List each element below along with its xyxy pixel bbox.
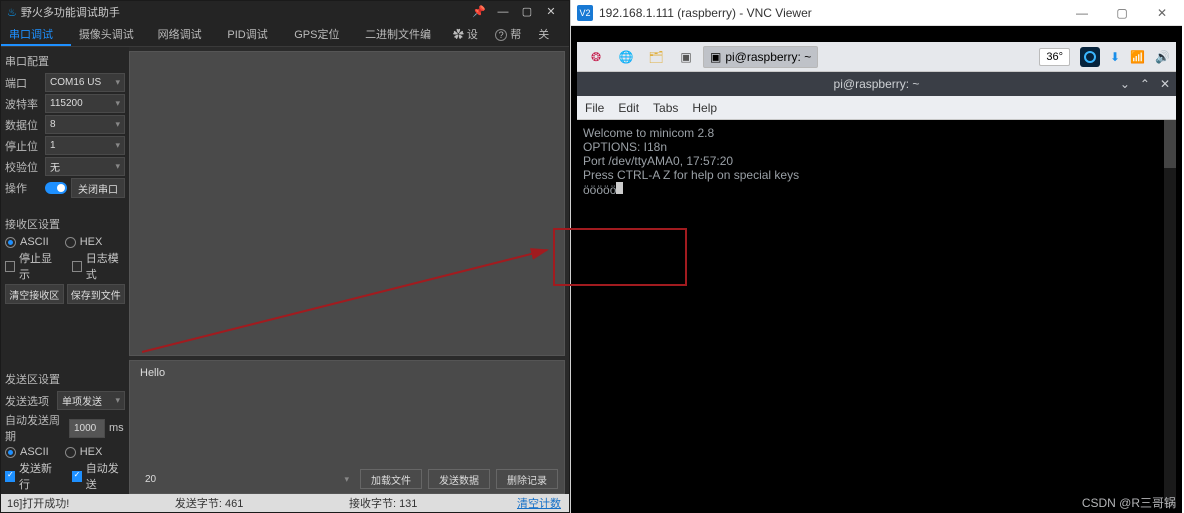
help-button[interactable]: ? 帮助 (487, 23, 530, 46)
save-file-button[interactable]: 保存到文件 (67, 284, 126, 304)
about-button[interactable]: 关于... (530, 23, 569, 46)
stopbits-select[interactable]: 1▾ (45, 136, 125, 155)
pin-icon[interactable]: 📌 (467, 1, 491, 23)
left-sidebar: 串口配置 端口COM16 US▾ 波特率115200▾ 数据位8▾ 停止位1▾ … (1, 47, 129, 494)
clear-count-link[interactable]: 清空计数 (517, 495, 561, 511)
status-open: 16]打开成功! (1, 495, 75, 511)
vnc-titlebar: V2 192.168.1.111 (raspberry) - VNC Viewe… (571, 0, 1182, 26)
terminal-window: pi@raspberry: ~ ⌄ ⌃ ✕ File Edit Tabs Hel… (577, 72, 1176, 507)
terminal-scrollbar[interactable] (1164, 120, 1176, 507)
port-select[interactable]: COM16 US▾ (45, 73, 125, 92)
menu-help[interactable]: Help (692, 101, 717, 115)
taskbar-window-terminal[interactable]: ▣ pi@raspberry: ~ (703, 46, 818, 68)
csdn-watermark: CSDN @R三哥锅 (1082, 494, 1176, 511)
vnc-logo-icon: V2 (577, 5, 593, 21)
globe-icon[interactable]: 🌐 (613, 46, 639, 68)
send-option-select[interactable]: 单项发送▾ (57, 391, 125, 410)
parity-select[interactable]: 无▾ (45, 157, 125, 176)
help-icon: ? (495, 29, 507, 41)
databits-select[interactable]: 8▾ (45, 115, 125, 134)
tab-camera[interactable]: 摄像头调试助手 (71, 23, 150, 46)
terminal-titlebar: pi@raspberry: ~ ⌄ ⌃ ✕ (577, 72, 1176, 96)
recv-ascii-radio[interactable] (5, 237, 16, 248)
left-statusbar: 16]打开成功! 发送字节: 461 接收字节: 131 清空计数 (1, 494, 569, 512)
terminal-cursor (616, 182, 623, 194)
menu-file[interactable]: File (585, 101, 604, 115)
updates-icon[interactable]: ⬇ (1110, 50, 1120, 64)
minimize-btn-right[interactable]: — (1062, 0, 1102, 26)
auto-send-check[interactable] (72, 471, 82, 482)
tab-network[interactable]: 网络调试助手 (150, 23, 220, 46)
term-close-icon[interactable]: ✕ (1160, 77, 1170, 91)
period-input[interactable]: 1000 (69, 419, 105, 438)
menu-tabs[interactable]: Tabs (653, 101, 678, 115)
log-check[interactable] (72, 261, 82, 272)
send-text-input[interactable]: Hello (140, 367, 558, 469)
wifi-icon[interactable]: 📶 (1130, 50, 1145, 64)
left-title: 野火多功能调试助手 (21, 4, 120, 20)
send-config-heading: 发送区设置 (5, 371, 125, 387)
vnc-title-text: 192.168.1.111 (raspberry) - VNC Viewer (599, 6, 812, 20)
vnc-viewer-app: V2 192.168.1.111 (raspberry) - VNC Viewe… (570, 0, 1182, 513)
send-data-button[interactable]: 发送数据 (428, 469, 490, 489)
newline-check[interactable] (5, 471, 15, 482)
terminal-small-icon: ▣ (710, 50, 721, 64)
term-max-icon[interactable]: ⌃ (1140, 77, 1150, 91)
history-select[interactable]: 20▾ (140, 470, 354, 489)
load-file-button[interactable]: 加载文件 (360, 469, 422, 489)
serial-config-heading: 串口配置 (5, 53, 125, 69)
gear-icon: ✿ (453, 29, 464, 41)
term-min-icon[interactable]: ⌄ (1120, 77, 1130, 91)
send-hex-radio[interactable] (65, 447, 76, 458)
close-btn-right[interactable]: ✕ (1142, 0, 1182, 26)
minimize-btn-left[interactable]: — (491, 1, 515, 23)
chevron-down-icon: ▾ (115, 77, 120, 88)
delete-record-button[interactable]: 删除记录 (496, 469, 558, 489)
status-recv: 接收字节: 131 (343, 495, 423, 511)
tab-hex[interactable]: 二进制文件编辑器 (357, 23, 445, 46)
status-sent: 发送字节: 461 (169, 495, 249, 511)
recv-hex-radio[interactable] (65, 237, 76, 248)
tab-gps[interactable]: GPS定位功能 (286, 23, 357, 46)
tab-pid[interactable]: PID调试助手 (219, 23, 286, 46)
clear-recv-button[interactable]: 清空接收区 (5, 284, 64, 304)
left-titlebar: ♨ 野火多功能调试助手 📌 — ▢ ✕ (1, 1, 569, 23)
maximize-btn-right[interactable]: ▢ (1102, 0, 1142, 26)
settings-button[interactable]: ✿ 设置 (445, 23, 487, 46)
pause-check[interactable] (5, 261, 15, 272)
pi-taskbar: ❂ 🌐 🗂 ▣ ▣ pi@raspberry: ~ 36° ⬇ 📶 🔊 (577, 42, 1176, 72)
left-topnav: 串口调试助手 摄像头调试助手 网络调试助手 PID调试助手 GPS定位功能 二进… (1, 23, 569, 47)
send-ascii-radio[interactable] (5, 447, 16, 458)
raspberry-icon[interactable]: ❂ (583, 46, 609, 68)
terminal-content[interactable]: Welcome to minicom 2.8 OPTIONS: I18n Por… (577, 120, 1176, 507)
speaker-icon[interactable]: 🔊 (1155, 50, 1170, 64)
flame-icon: ♨ (7, 6, 17, 19)
vnc-tray-icon[interactable] (1080, 47, 1100, 67)
maximize-btn-left[interactable]: ▢ (515, 1, 539, 23)
menu-edit[interactable]: Edit (618, 101, 639, 115)
recv-config-heading: 接收区设置 (5, 216, 125, 232)
auto-period-label: 自动发送周期 (5, 412, 65, 444)
files-icon[interactable]: 🗂 (643, 46, 669, 68)
terminal-menubar: File Edit Tabs Help (577, 96, 1176, 120)
close-btn-left[interactable]: ✕ (539, 1, 563, 23)
baud-select[interactable]: 115200▾ (45, 94, 125, 113)
send-panel: Hello 20▾ 加载文件 发送数据 删除记录 (129, 360, 565, 494)
remote-desktop: ❂ 🌐 🗂 ▣ ▣ pi@raspberry: ~ 36° ⬇ 📶 🔊 pi@r… (577, 42, 1176, 507)
serial-debug-app: ♨ 野火多功能调试助手 📌 — ▢ ✕ 串口调试助手 摄像头调试助手 网络调试助… (0, 0, 570, 513)
op-toggle[interactable] (45, 182, 67, 194)
temperature-badge: 36° (1039, 48, 1070, 66)
tab-serial[interactable]: 串口调试助手 (1, 23, 71, 46)
terminal-icon[interactable]: ▣ (673, 46, 699, 68)
receive-area (129, 51, 565, 356)
close-serial-button[interactable]: 关闭串口 (71, 178, 125, 198)
